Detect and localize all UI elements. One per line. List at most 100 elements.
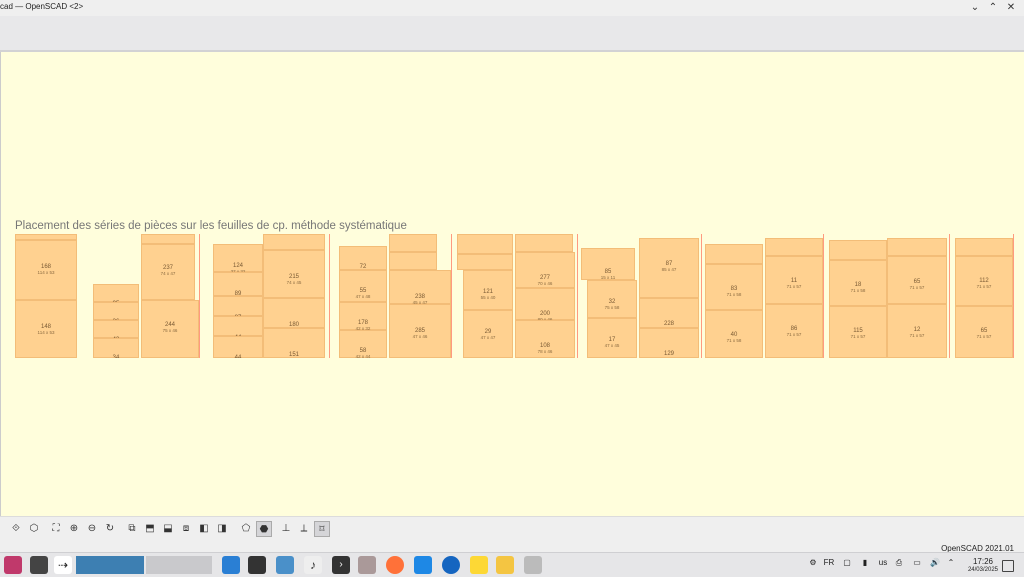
piece: 18076 x 50 <box>263 298 325 328</box>
plywood-sheet: 4213 x 131871 x 5811571 x 574213 x 13657… <box>829 234 950 358</box>
keyboard-layout-fr[interactable]: FR <box>822 558 836 567</box>
piece: 27770 x 46 <box>515 252 575 288</box>
piece: 8931 x 25 <box>213 272 263 296</box>
piece: 1271 x 57 <box>887 304 947 358</box>
piece: 8371 x 58 <box>705 264 763 310</box>
plywood-sheet: 4113 x 1111271 x 576571 x 57 <box>955 234 1014 358</box>
display-icon[interactable]: ▭ <box>910 558 924 567</box>
piece-size: 71 x 57 <box>787 332 802 337</box>
terminal-icon[interactable]: › <box>332 556 350 574</box>
show-desktop-icon[interactable] <box>1002 560 1014 572</box>
piece: 4113 x 11 <box>955 238 1013 256</box>
firefox-icon[interactable] <box>386 556 404 574</box>
printer-icon[interactable]: ⎙ <box>892 558 906 568</box>
browser-icon[interactable] <box>442 556 460 574</box>
view-bottom-icon[interactable]: ⬓ <box>160 521 176 537</box>
view-right-icon[interactable]: ⧉ <box>124 521 140 537</box>
piece: 5547 x 48 <box>339 270 387 302</box>
tray-expand-icon[interactable]: ⌃ <box>944 558 958 567</box>
piece: 8671 x 57 <box>765 304 823 358</box>
view-back-icon[interactable]: ◨ <box>214 521 230 537</box>
writer-icon[interactable] <box>496 556 514 574</box>
piece-size: 42 x 44 <box>356 354 371 358</box>
view-front-icon[interactable]: ◧ <box>196 521 212 537</box>
piece: 1171 x 57 <box>765 256 823 304</box>
minimize-button[interactable]: ⌄ <box>968 1 982 14</box>
editor-icon[interactable] <box>470 556 488 574</box>
piece: 148114 x 53 <box>15 300 77 358</box>
calculator-icon[interactable] <box>30 556 48 574</box>
maximize-button[interactable]: ⌃ <box>986 1 1000 14</box>
music-icon[interactable]: ♪ <box>304 556 322 574</box>
piece: 23845 x 47 <box>389 270 451 304</box>
settings-tray-icon[interactable]: ⚙ <box>806 558 820 567</box>
piece-size: 75 x 58 <box>605 305 620 310</box>
piece: 4113 x 19 <box>765 238 823 256</box>
piece-size: 47 x 48 <box>356 294 371 299</box>
piece-size: 47 x 46 <box>413 334 428 339</box>
plywood-sheet: 8515 x 113275 x 581747 x 458785 x 472284… <box>581 234 702 358</box>
clock[interactable]: 17:26 24/03/2025 <box>968 557 998 575</box>
piece: 22845 x 45 <box>639 298 699 328</box>
3d-viewport[interactable]: Placement des séries de pièces sur les f… <box>0 52 1024 516</box>
piece: 8731 x 25 <box>213 296 263 316</box>
volume-icon[interactable]: 🔊 <box>928 558 942 567</box>
piece-size: 47 x 47 <box>481 335 496 340</box>
piece-size: 114 x 53 <box>38 330 55 335</box>
piece-size: 74 x 45 <box>287 280 302 285</box>
show-edges-icon[interactable]: ⌑ <box>314 521 330 537</box>
orthogonal-icon[interactable]: ⬣ <box>256 521 272 537</box>
piece: 4071 x 58 <box>705 310 763 358</box>
piece: 2947 x 47 <box>463 310 513 358</box>
clipboard-icon[interactable]: ▢ <box>840 558 854 567</box>
piece-number: 34 <box>93 355 139 358</box>
piece-size: 71 x 57 <box>910 333 925 338</box>
piece-size: 78 x 46 <box>538 349 553 354</box>
piece: 4431 x 22 <box>213 316 263 336</box>
view-left-icon[interactable]: ⧈ <box>178 521 194 537</box>
pointer-icon[interactable]: ⇢ <box>54 556 72 574</box>
app-launcher-icon[interactable] <box>4 556 22 574</box>
piece: 12945 x 45 <box>639 328 699 358</box>
view-top-icon[interactable]: ⬒ <box>142 521 158 537</box>
show-scale-icon[interactable]: ⟂ <box>296 521 312 537</box>
piece-size: 75 x 46 <box>163 328 178 333</box>
show-axes-icon[interactable]: ⊥ <box>278 521 294 537</box>
zoom-out-icon[interactable]: ⊖ <box>84 521 100 537</box>
piece: 3695 x 70 <box>93 302 139 320</box>
piece: 168114 x 53 <box>15 240 77 300</box>
viewport-caption: Placement des séries de pièces sur les f… <box>15 220 407 232</box>
task-window[interactable] <box>146 556 212 574</box>
editor-toolbar-area <box>0 16 1024 52</box>
openscad-icon[interactable] <box>524 556 542 574</box>
system-monitor-icon[interactable] <box>248 556 266 574</box>
piece-size: 55 x 40 <box>481 295 496 300</box>
piece: 8785 x 47 <box>639 238 699 298</box>
view-all-icon[interactable]: ⛶ <box>48 521 64 537</box>
close-button[interactable]: ✕ <box>1004 1 1018 14</box>
piece-size: 71 x 57 <box>787 284 802 289</box>
store-icon[interactable] <box>222 556 240 574</box>
piece-number: 44 <box>213 355 263 358</box>
piece: 86 <box>141 234 195 244</box>
piece: 11271 x 57 <box>955 256 1013 306</box>
render-icon[interactable]: ⬡ <box>26 521 42 537</box>
keyboard-layout-us[interactable]: us <box>876 558 890 567</box>
document-icon[interactable] <box>414 556 432 574</box>
perspective-icon[interactable]: ⬠ <box>238 521 254 537</box>
preview-icon[interactable]: ⟐ <box>8 521 24 537</box>
battery-icon[interactable]: ▮ <box>858 558 872 567</box>
clock-date: 24/03/2025 <box>968 566 998 575</box>
piece: 12155 x 40 <box>463 270 513 310</box>
piece-size: 85 x 47 <box>662 267 677 272</box>
piece: 5842 x 44 <box>339 330 387 358</box>
piece: 17842 x 32 <box>339 302 387 330</box>
files-icon[interactable] <box>276 556 294 574</box>
task-window-active[interactable] <box>76 556 144 574</box>
piece-size: 71 x 58 <box>727 292 742 297</box>
gimp-icon[interactable] <box>358 556 376 574</box>
reset-view-icon[interactable]: ↻ <box>102 521 118 537</box>
piece-size: 15 x 11 <box>601 275 615 280</box>
zoom-in-icon[interactable]: ⊕ <box>66 521 82 537</box>
piece: 20080 x 46 <box>515 288 575 320</box>
